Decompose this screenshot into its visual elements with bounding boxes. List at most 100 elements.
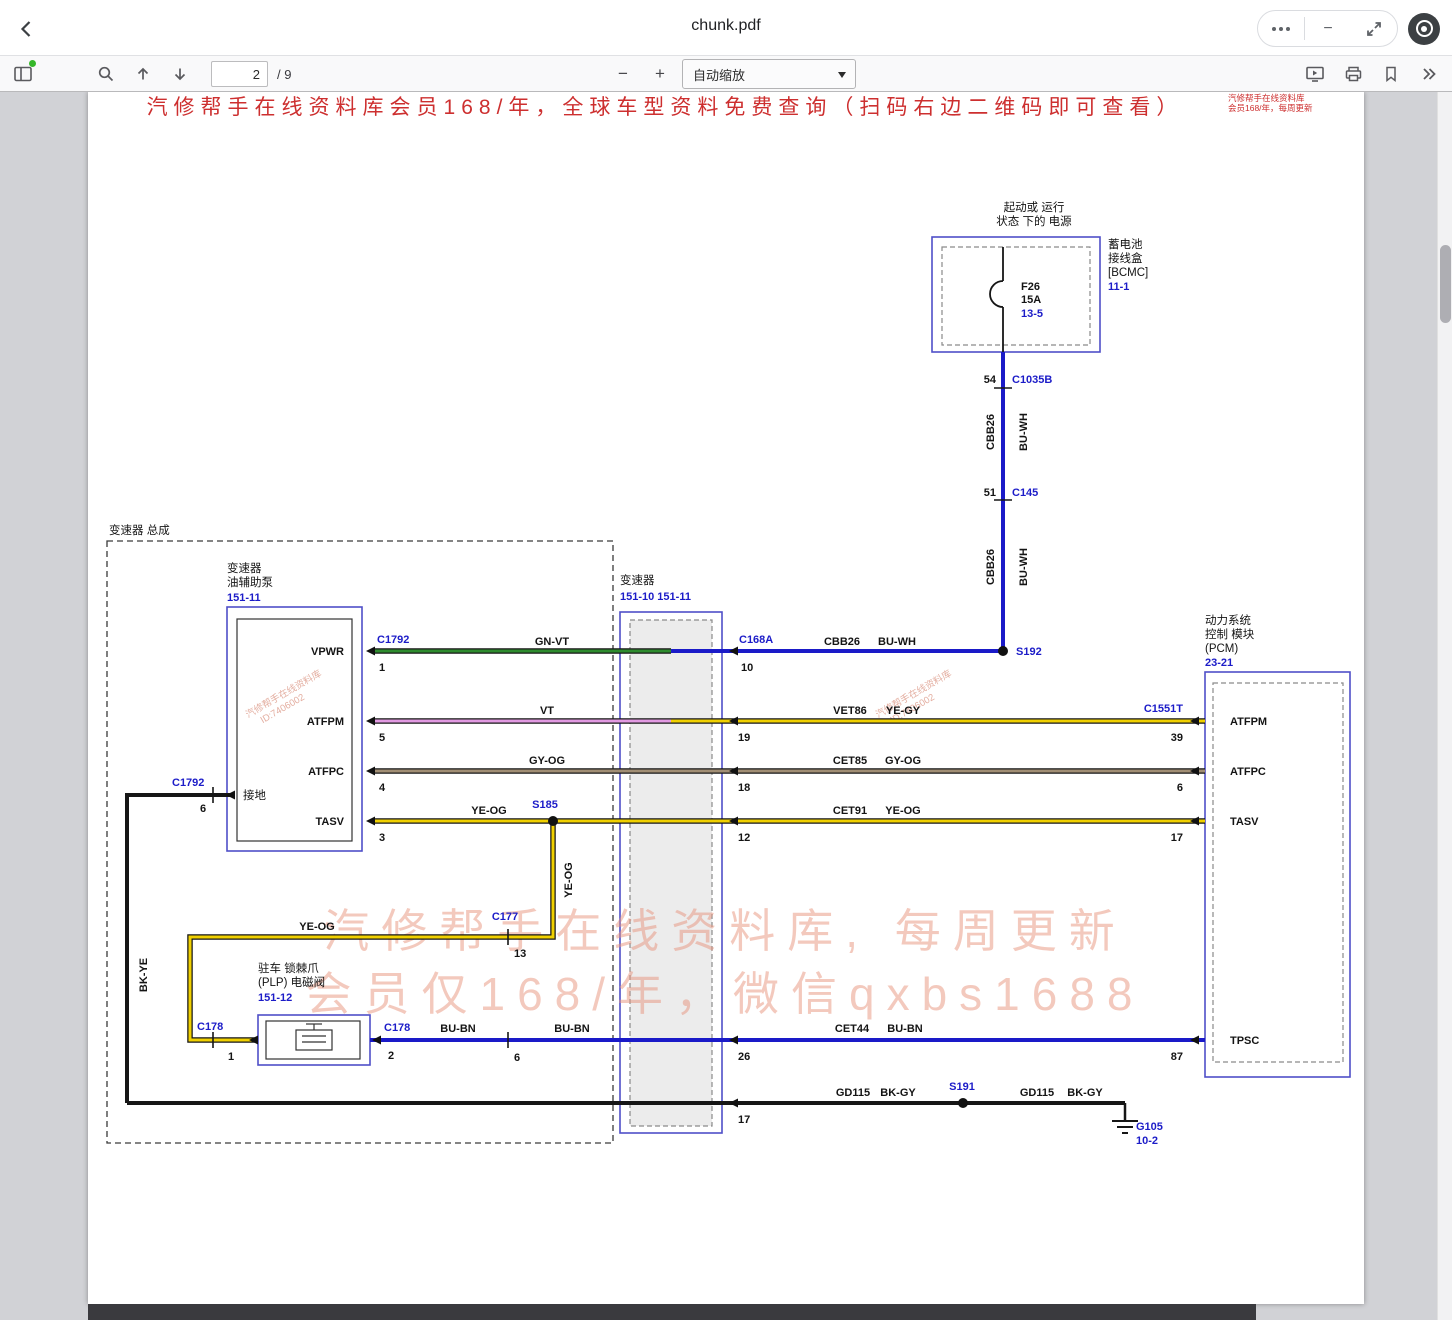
expand-button[interactable]	[1351, 11, 1397, 46]
pin-label: 6	[514, 1052, 520, 1064]
circuit-label: GD115	[836, 1087, 870, 1099]
bcmc-inner-dashed	[942, 247, 1090, 345]
wire-color-label: BU-BN	[887, 1023, 922, 1035]
ground-label: 接地	[243, 789, 266, 802]
plp-page-ref: 151-12	[258, 992, 292, 1004]
connector-label: C1551T	[1144, 703, 1183, 715]
pdf-page: 汽修帮手在线资料库, 每周更新 会员仅168/年，微信qxbs1688 汽修帮手…	[88, 92, 1364, 1304]
pin-label: 6	[1177, 782, 1183, 794]
watermark-line1: 汽修帮手在线资料库, 每周更新	[323, 905, 1127, 957]
pin-label: 3	[379, 832, 385, 844]
transmission-box	[620, 612, 722, 1133]
toolbar-left-group: / 9	[8, 59, 291, 89]
more-options-button[interactable]	[1258, 11, 1304, 46]
arrow	[729, 1099, 738, 1108]
search-button[interactable]	[91, 59, 121, 89]
presentation-icon	[1305, 65, 1325, 83]
browser-titlebar: chunk.pdf −	[0, 0, 1452, 56]
arrow	[1190, 1036, 1199, 1045]
pump-page-ref: 151-11	[227, 592, 261, 604]
print-icon	[1344, 65, 1363, 83]
wire-color-label: GN-VT	[535, 636, 570, 648]
circuit-label: CET85	[833, 755, 867, 767]
connector-label: C178	[384, 1022, 410, 1034]
document-title: chunk.pdf	[0, 17, 1452, 35]
bcmc-page-ref: 11-1	[1108, 281, 1129, 293]
circuit-label: VET86	[833, 705, 867, 717]
record-button[interactable]	[1408, 13, 1440, 45]
minimize-button[interactable]: −	[1305, 11, 1351, 46]
arrow	[366, 717, 375, 726]
svg-text:BU-WH: BU-WH	[1018, 548, 1030, 586]
pcm-pin-label: ATFPC	[1230, 766, 1266, 778]
splice-label: S192	[1016, 646, 1042, 658]
assembly-label: 变速器 总成	[109, 523, 170, 537]
pin-label: 54	[984, 374, 997, 386]
circuit-label: CBB26	[824, 636, 860, 648]
splice-label: S185	[532, 799, 558, 811]
arrow	[249, 1036, 258, 1045]
circuit-label: GD115	[1020, 1087, 1054, 1099]
wire-color-label: YE-OG	[885, 805, 920, 817]
power-source-label: 状态 下的 电源	[996, 214, 1072, 228]
arrow	[729, 717, 738, 726]
bottom-bar	[88, 1304, 1256, 1320]
bookmark-button[interactable]	[1376, 59, 1406, 89]
connector-label: C1792	[377, 634, 409, 646]
page-count-label: / 9	[277, 67, 291, 82]
sidebar-toggle-button[interactable]	[8, 59, 38, 89]
arrow-down-icon	[172, 66, 188, 82]
fuse-rating-label: 15A	[1021, 294, 1041, 306]
pin-label: 19	[738, 732, 750, 744]
connector-label: C178	[197, 1021, 223, 1033]
wire-color-label: BU-WH	[878, 636, 916, 648]
wire-color-label: BK-YE	[138, 958, 150, 992]
fuse-page-ref: 13-5	[1021, 308, 1043, 320]
splice-label: S191	[949, 1081, 975, 1093]
wire-color-label: YE-OG	[563, 862, 575, 897]
plp-label: (PLP) 电磁阀	[258, 975, 325, 989]
zoom-out-button[interactable]: −	[608, 59, 638, 89]
watermark-line2: 会员仅168/年，微信qxbs1688	[305, 968, 1144, 1020]
print-button[interactable]	[1338, 59, 1368, 89]
wire-color-label: BU-BN	[554, 1023, 589, 1035]
bcmc-label: 接线盒	[1108, 251, 1143, 265]
wire-color-label: BU-WH	[1018, 548, 1030, 586]
svg-text:BU-WH: BU-WH	[1018, 413, 1030, 451]
wiring-diagram: 汽修帮手在线资料库, 每周更新 会员仅168/年，微信qxbs1688 汽修帮手…	[88, 92, 1364, 1304]
pin-label: 1	[379, 662, 385, 674]
connector-label: C1035B	[1012, 374, 1052, 386]
pin-label: 87	[1171, 1051, 1183, 1063]
zoom-in-button[interactable]: +	[645, 59, 675, 89]
pcm-pin-label: TPSC	[1230, 1035, 1259, 1047]
scrollbar-thumb[interactable]	[1440, 245, 1451, 323]
transmission-page-ref: 151-10 151-11	[620, 591, 691, 603]
zoom-select[interactable]: 自动缩放	[682, 59, 856, 89]
svg-text:CBB26: CBB26	[985, 414, 997, 450]
more-tools-button[interactable]	[1414, 59, 1444, 89]
page-number-input[interactable]	[211, 61, 268, 87]
zoom-select-value: 自动缩放	[693, 65, 745, 84]
notification-dot	[29, 60, 36, 67]
arrow	[729, 1036, 738, 1045]
fuse-icon	[990, 281, 1003, 307]
connector-label: C168A	[739, 634, 773, 646]
pin-label: 1	[228, 1051, 234, 1063]
vertical-scrollbar[interactable]	[1437, 92, 1452, 1320]
next-page-button[interactable]	[165, 59, 195, 89]
presentation-mode-button[interactable]	[1300, 59, 1330, 89]
expand-icon	[1365, 20, 1383, 38]
wire-color-label: GY-OG	[529, 755, 565, 767]
pin-label: 17	[1171, 832, 1183, 844]
top-right-red-note: 会员168/年，每周更新	[1228, 103, 1313, 113]
search-icon	[97, 65, 115, 83]
splice-s185-dot	[548, 816, 558, 826]
ground-symbol-icon	[1112, 1121, 1138, 1133]
previous-page-button[interactable]	[128, 59, 158, 89]
arrow	[366, 767, 375, 776]
pcm-label: 动力系统	[1205, 614, 1251, 627]
svg-text:CBB26: CBB26	[985, 549, 997, 585]
transmission-label: 变速器	[620, 573, 655, 587]
sidebar-icon	[13, 65, 33, 83]
pdf-toolbar: / 9 − + 自动缩放	[0, 56, 1452, 92]
